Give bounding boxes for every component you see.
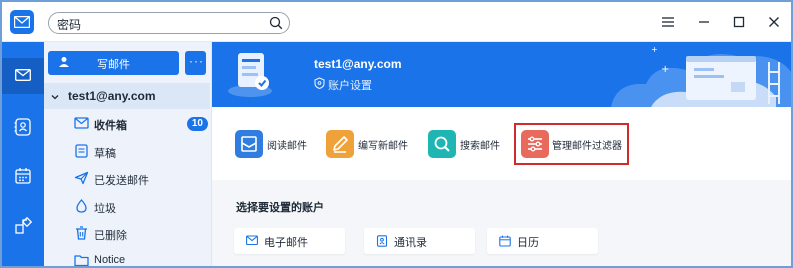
folder-label: 垃圾 [94, 203, 116, 215]
calendar-icon[interactable] [11, 164, 35, 188]
account-banner: test1@any.com 账户设置 + + [212, 42, 791, 107]
search-mail-icon [428, 130, 456, 158]
folder-label: 草稿 [94, 148, 116, 160]
folder-item-notice[interactable]: Notice [74, 251, 208, 266]
manage-filters-action[interactable]: 管理邮件过滤器 [514, 123, 629, 165]
trash-icon [74, 226, 89, 243]
manage-filters-label: 管理邮件过滤器 [552, 141, 622, 152]
folder-item-sent[interactable]: 已发送邮件 [74, 169, 208, 189]
mail-icon[interactable] [2, 58, 44, 94]
account-settings-illustration-icon [224, 47, 280, 106]
compose-mail-action[interactable]: 编写新邮件 [326, 126, 416, 162]
more-icon: ··· [189, 54, 204, 68]
folder-icon [74, 253, 89, 266]
section-title: 选择要设置的账户 [236, 202, 324, 214]
setup-card-label: 电子邮件 [264, 237, 308, 249]
account-row[interactable]: test1@any.com [44, 83, 210, 109]
search-input[interactable]: 密码 [48, 12, 290, 34]
mail-app-icon [10, 10, 34, 34]
folder-label: Notice [94, 254, 126, 266]
navigation-rail [2, 42, 44, 266]
minimize-icon[interactable] [696, 14, 712, 30]
address-book-icon [376, 235, 388, 250]
folder-item-spam[interactable]: 垃圾 [74, 197, 208, 217]
setup-card-email[interactable]: 电子邮件 [234, 228, 345, 254]
maximize-icon[interactable] [731, 14, 747, 30]
read-mail-label: 阅读邮件 [267, 141, 307, 152]
folder-panel: 写邮件 ··· test1@any.com 收件箱 10 草稿 已发送邮件 垃圾… [44, 42, 212, 266]
folder-label: 收件箱 [94, 120, 127, 132]
folder-label: 已发送邮件 [94, 175, 149, 187]
spam-icon [74, 199, 89, 216]
setup-card-calendar[interactable]: 日历 [487, 228, 598, 254]
app-window: 密码 写邮件 ··· test1@any.com 收件箱 10 草稿 已发送邮件… [0, 0, 793, 268]
account-label: test1@any.com [68, 89, 156, 103]
search-icon[interactable] [269, 16, 283, 33]
inbox-icon [74, 116, 89, 133]
draft-icon [74, 144, 89, 161]
read-mail-icon [235, 130, 263, 158]
contacts-icon[interactable] [11, 115, 35, 139]
svg-text:+: + [651, 45, 658, 54]
email-icon [246, 235, 258, 249]
menu-icon[interactable] [660, 14, 676, 30]
setup-card-label: 通讯录 [394, 237, 427, 249]
search-mail-label: 搜索邮件 [460, 141, 500, 152]
search-mail-action[interactable]: 搜索邮件 [428, 126, 508, 162]
search-input-value: 密码 [57, 18, 82, 32]
account-name: test1@any.com [314, 57, 402, 71]
folder-item-drafts[interactable]: 草稿 [74, 142, 208, 162]
folder-item-deleted[interactable]: 已删除 [74, 224, 208, 244]
folder-label: 已删除 [94, 230, 127, 242]
read-mail-action[interactable]: 阅读邮件 [235, 126, 315, 162]
svg-text:+: + [661, 64, 669, 75]
compose-pencil-icon [326, 130, 354, 158]
chevron-down-icon[interactable] [50, 91, 60, 105]
setup-card-contacts[interactable]: 通讯录 [364, 228, 475, 254]
quick-actions-bar: 阅读邮件 编写新邮件 搜索邮件 管理邮件过滤器 [212, 107, 791, 180]
more-options-button[interactable]: ··· [185, 51, 206, 75]
unread-count-badge: 10 [186, 117, 208, 131]
shield-icon [314, 77, 325, 92]
title-bar: 密码 [2, 2, 791, 42]
cloud-illustration-icon: + + [591, 42, 791, 107]
compose-button-label: 写邮件 [97, 59, 130, 71]
compose-button[interactable]: 写邮件 [48, 51, 179, 75]
sent-icon [74, 171, 89, 188]
calendar-icon [499, 235, 511, 250]
close-icon[interactable] [766, 14, 782, 30]
apps-icon[interactable] [11, 214, 35, 238]
account-settings-label: 账户设置 [328, 80, 372, 92]
main-content: test1@any.com 账户设置 + + 阅读邮件 编写新邮件 搜索邮件 管… [212, 42, 791, 266]
compose-mail-label: 编写新邮件 [358, 141, 408, 152]
filter-sliders-icon [521, 130, 549, 158]
setup-card-label: 日历 [517, 237, 539, 249]
folder-item-inbox[interactable]: 收件箱 10 [74, 114, 208, 134]
